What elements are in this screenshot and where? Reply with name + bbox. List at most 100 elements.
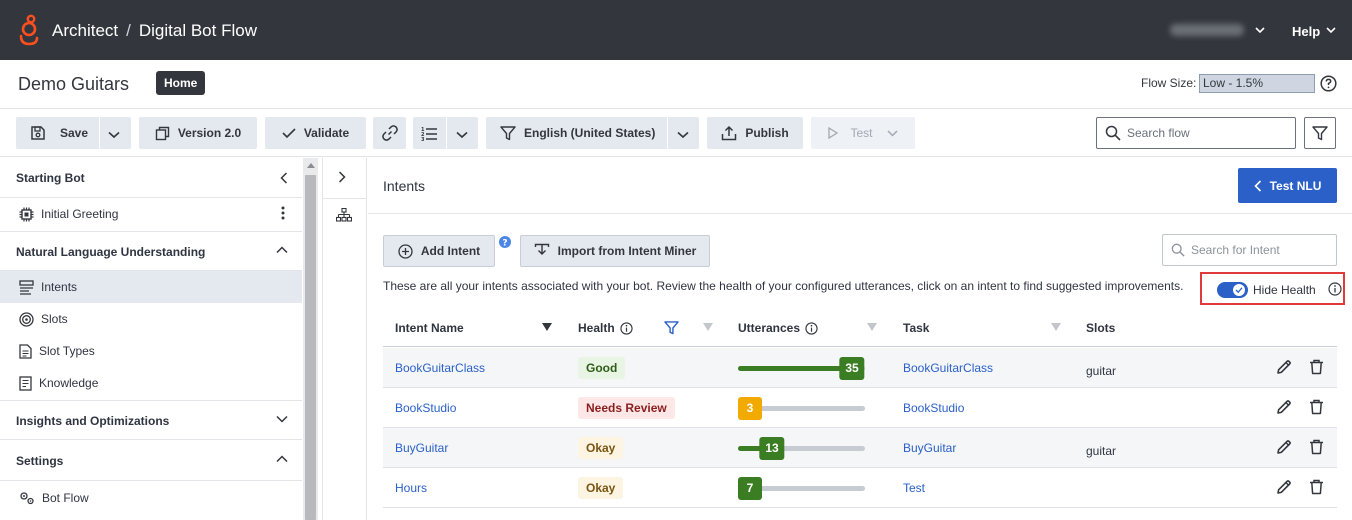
nav-item-initial-greeting[interactable]: Initial Greeting xyxy=(0,198,302,230)
table-row[interactable]: BookGuitarClass Good 35 BookGuitarClass guit… xyxy=(383,348,1337,388)
left-nav-scrollbar-thumb[interactable] xyxy=(305,175,316,520)
publish-button[interactable]: Publish xyxy=(707,117,803,149)
search-filter-button[interactable] xyxy=(1304,117,1336,149)
column-header-label: Intent Name xyxy=(395,321,464,335)
flow-type: Digital Bot Flow xyxy=(138,21,257,40)
column-header-health[interactable]: Health xyxy=(578,321,633,335)
nav-section-label: Settings xyxy=(16,454,64,468)
chevron-right-icon[interactable] xyxy=(338,171,346,183)
utterance-meter-fill xyxy=(738,366,852,371)
language-label: English (United States) xyxy=(524,126,656,140)
table-row[interactable]: Hours Okay 7 Test xyxy=(383,468,1337,508)
column-header-slots[interactable]: Slots xyxy=(1086,321,1115,335)
sort-icon[interactable] xyxy=(703,323,713,331)
import-intent-miner-button[interactable]: Import from Intent Miner xyxy=(520,235,710,267)
question-circle-icon[interactable]: ? xyxy=(499,236,511,248)
scroll-up-arrow-icon[interactable] xyxy=(307,162,315,168)
chevron-down-icon[interactable] xyxy=(1255,26,1265,34)
home-badge[interactable]: Home xyxy=(156,71,206,95)
test-nlu-button[interactable]: Test NLU xyxy=(1238,168,1337,203)
info-icon[interactable] xyxy=(620,321,633,335)
trash-icon[interactable] xyxy=(1309,359,1324,375)
info-icon[interactable] xyxy=(1328,282,1342,296)
health-badge: Needs Review xyxy=(578,397,675,419)
nav-section-settings[interactable]: Settings xyxy=(0,441,302,481)
hide-health-toggle[interactable] xyxy=(1217,282,1248,298)
trash-icon[interactable] xyxy=(1309,439,1324,455)
user-name-redacted[interactable] xyxy=(1170,24,1244,36)
flow-toolbar: Save Version 2.0 Validate 123 English (U… xyxy=(0,109,1352,157)
flow-size-label: Flow Size: xyxy=(1141,76,1197,90)
task-link[interactable]: BookStudio xyxy=(903,401,964,415)
svg-text:3: 3 xyxy=(421,137,425,141)
trash-icon[interactable] xyxy=(1309,479,1324,495)
column-header-label: Slots xyxy=(1086,321,1116,335)
validate-button[interactable]: Validate xyxy=(265,117,366,149)
chevron-down-icon[interactable] xyxy=(456,131,468,139)
column-header-task[interactable]: Task xyxy=(903,321,929,335)
intent-name-link[interactable]: BuyGuitar xyxy=(395,441,448,455)
sort-icon[interactable] xyxy=(1051,323,1061,331)
chevron-left-icon[interactable] xyxy=(280,172,288,184)
column-header-utterances[interactable]: Utterances xyxy=(738,321,818,335)
flow-tree-icon[interactable] xyxy=(336,208,352,222)
nav-item-slots[interactable]: Slots xyxy=(0,303,302,335)
pencil-icon[interactable] xyxy=(1276,439,1292,455)
search-flow-input[interactable]: Search flow xyxy=(1096,117,1296,149)
info-icon[interactable] xyxy=(805,321,818,335)
nav-section-insights[interactable]: Insights and Optimizations xyxy=(0,400,302,440)
test-button[interactable]: Test xyxy=(811,117,915,149)
add-intent-button[interactable]: Add Intent xyxy=(383,235,495,267)
intent-name-link[interactable]: BookStudio xyxy=(395,401,456,415)
nav-section-nlu[interactable]: Natural Language Understanding xyxy=(0,231,302,271)
question-circle-icon[interactable] xyxy=(1320,75,1337,92)
search-icon xyxy=(1171,243,1185,257)
gears-icon xyxy=(19,491,35,505)
validate-label: Validate xyxy=(303,126,350,140)
pencil-icon[interactable] xyxy=(1276,399,1292,415)
chevron-down-icon[interactable] xyxy=(276,415,288,423)
filter-icon[interactable] xyxy=(664,321,679,335)
chevron-down-icon[interactable] xyxy=(1326,26,1336,34)
column-header-intent-name[interactable]: Intent Name xyxy=(395,321,464,335)
intent-name-link[interactable]: Hours xyxy=(395,481,427,495)
pencil-icon[interactable] xyxy=(1276,479,1292,495)
intents-icon xyxy=(19,279,34,295)
task-link[interactable]: BookGuitarClass xyxy=(903,361,993,375)
divider xyxy=(446,117,447,149)
trash-icon[interactable] xyxy=(1309,399,1324,415)
link-icon xyxy=(381,124,399,142)
kebab-menu-icon[interactable] xyxy=(281,206,285,220)
column-header-label: Health xyxy=(578,321,615,335)
task-link[interactable]: BuyGuitar xyxy=(903,441,956,455)
nav-item-intents[interactable]: Intents xyxy=(0,271,302,303)
help-menu[interactable]: Help xyxy=(1292,24,1320,39)
nav-section-label: Starting Bot xyxy=(16,171,85,185)
chevron-down-icon[interactable] xyxy=(677,131,689,139)
flow-header: Demo Guitars Home Flow Size: Low - 1.5% xyxy=(0,60,1352,109)
intent-name-link[interactable]: BookGuitarClass xyxy=(395,361,485,375)
sort-descending-icon[interactable] xyxy=(542,323,552,331)
utterance-meter: 3 xyxy=(738,397,865,420)
pencil-icon[interactable] xyxy=(1276,359,1292,375)
plus-circle-icon xyxy=(398,243,413,259)
test-nlu-label: Test NLU xyxy=(1269,178,1322,193)
nav-item-bot-flow[interactable]: Bot Flow xyxy=(0,482,302,514)
app-name[interactable]: Architect xyxy=(52,21,118,40)
nav-item-knowledge[interactable]: Knowledge xyxy=(0,367,302,399)
version-button[interactable]: Version 2.0 xyxy=(139,117,257,149)
sort-icon[interactable] xyxy=(867,323,877,331)
chevron-up-icon[interactable] xyxy=(276,455,288,463)
nav-section-starting-bot[interactable]: Starting Bot xyxy=(0,158,302,198)
table-row[interactable]: BookStudio Needs Review 3 BookStudio xyxy=(383,388,1337,428)
play-icon xyxy=(828,127,839,139)
chevron-up-icon[interactable] xyxy=(276,246,288,254)
chevron-down-icon[interactable] xyxy=(108,131,120,139)
table-row[interactable]: BuyGuitar Okay 13 BuyGuitar guitar xyxy=(383,428,1337,468)
task-link[interactable]: Test xyxy=(903,481,925,495)
utterance-count-badge: 7 xyxy=(738,477,762,500)
search-icon xyxy=(1105,125,1121,141)
nav-item-slot-types[interactable]: Slot Types xyxy=(0,335,302,367)
dependency-link-button[interactable] xyxy=(373,117,406,149)
search-intent-input[interactable]: Search for Intent xyxy=(1162,234,1337,266)
